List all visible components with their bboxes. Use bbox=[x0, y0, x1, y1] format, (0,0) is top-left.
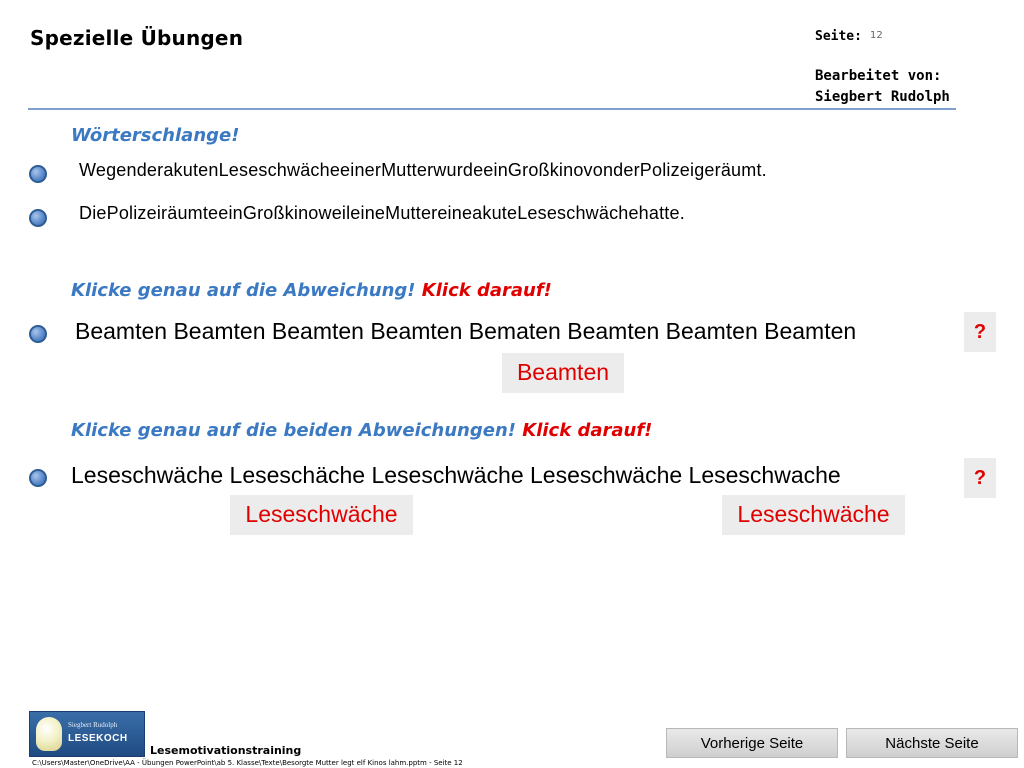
instruction-two-deviations: Klicke genau auf die beiden Abweichungen… bbox=[71, 420, 652, 441]
page-title: Spezielle Übungen bbox=[30, 26, 244, 50]
word-row-beamten[interactable]: Beamten Beamten Beamten Beamten Bematen … bbox=[75, 318, 856, 345]
bullet-button-3[interactable] bbox=[29, 325, 47, 343]
sentence-1: WegenderakutenLeseschwächeeinerMutterwur… bbox=[79, 160, 767, 180]
bullet-button-1[interactable] bbox=[29, 165, 47, 183]
instruction-one-deviation: Klicke genau auf die Abweichung! Klick d… bbox=[71, 280, 552, 301]
editor-label: Bearbeitet von: bbox=[815, 68, 942, 84]
logo-author: Siegbert Rudolph bbox=[68, 721, 118, 729]
question-button-1[interactable]: ? bbox=[964, 312, 996, 352]
instruction-highlight: Klick darauf! bbox=[522, 420, 653, 441]
answer-box-beamten: Beamten bbox=[502, 353, 624, 393]
instruction-text: Klicke genau auf die Abweichung! bbox=[71, 280, 422, 301]
page-label: Seite: bbox=[815, 29, 862, 44]
previous-page-button[interactable]: Vorherige Seite bbox=[666, 728, 838, 758]
editor-name: Siegbert Rudolph bbox=[815, 89, 950, 105]
answer-box-2: Leseschwäche bbox=[722, 495, 905, 535]
instruction-highlight: Klick darauf! bbox=[421, 280, 552, 301]
bullet-button-4[interactable] bbox=[29, 469, 47, 487]
answer-box-1: Leseschwäche bbox=[230, 495, 413, 535]
header-divider bbox=[28, 108, 956, 110]
editor-info: Bearbeitet von: Siegbert Rudolph bbox=[815, 66, 950, 108]
next-page-button[interactable]: Nächste Seite bbox=[846, 728, 1018, 758]
footer-file-path: C:\Users\Master\OneDrive\AA - Übungen Po… bbox=[32, 759, 463, 767]
question-button-2[interactable]: ? bbox=[964, 458, 996, 498]
lesekoch-logo: Siegbert Rudolph LESEKOCH bbox=[29, 711, 145, 757]
instruction-snake: Wörterschlange! bbox=[71, 125, 240, 146]
instruction-text: Klicke genau auf die beiden Abweichungen… bbox=[71, 420, 523, 441]
page-number: 12 bbox=[870, 30, 883, 41]
footer-brand: Lesemotivationstraining bbox=[150, 744, 302, 757]
lightbulb-icon bbox=[36, 717, 62, 751]
word-row-leseschwaeche[interactable]: Leseschwäche Leseschäche Leseschwäche Le… bbox=[71, 462, 841, 489]
bullet-button-2[interactable] bbox=[29, 209, 47, 227]
sentence-2: DiePolizeiräumteeinGroßkinoweileineMutte… bbox=[79, 203, 685, 223]
logo-brand: LESEKOCH bbox=[68, 733, 128, 744]
